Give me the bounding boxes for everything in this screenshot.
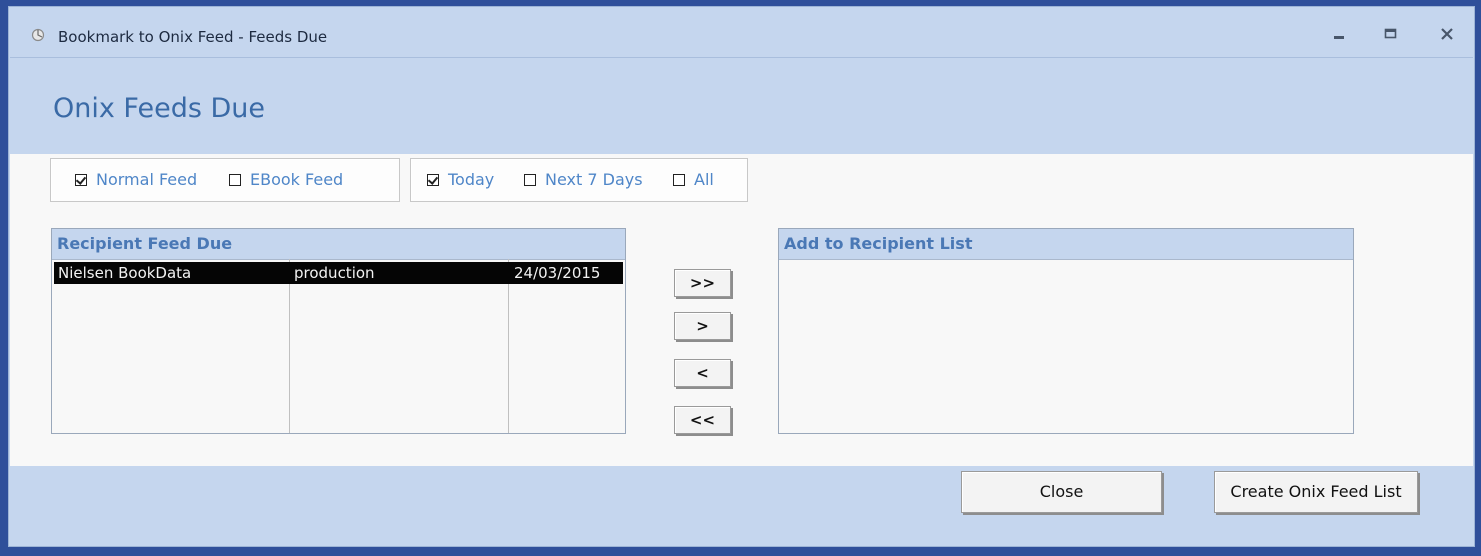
remove-all-button[interactable]: <<	[674, 406, 731, 434]
minimize-icon[interactable]	[1329, 25, 1349, 43]
all-checkbox[interactable]: All	[673, 170, 714, 189]
create-onix-feed-list-button[interactable]: Create Onix Feed List	[1214, 471, 1418, 513]
column-divider	[289, 259, 290, 433]
normal-feed-checkbox[interactable]: Normal Feed	[75, 170, 197, 189]
today-label: Today	[448, 170, 495, 189]
ebook-feed-label: EBook Feed	[250, 170, 344, 189]
all-label: All	[694, 170, 714, 189]
title-bar[interactable]: Bookmark to Onix Feed - Feeds Due	[9, 7, 1474, 57]
period-group: Today Next 7 Days All	[410, 158, 748, 202]
checkbox-unchecked-icon[interactable]	[673, 173, 685, 186]
maximize-icon[interactable]	[1381, 25, 1401, 43]
add-to-recipient-list[interactable]: Add to Recipient List	[778, 228, 1354, 434]
close-button[interactable]: Close	[961, 471, 1162, 513]
page-title: Onix Feeds Due	[53, 93, 266, 124]
checkbox-unchecked-icon[interactable]	[524, 173, 536, 186]
normal-feed-label: Normal Feed	[96, 170, 198, 189]
recipient-feed-due-header: Recipient Feed Due	[52, 229, 625, 260]
app-icon	[31, 27, 45, 42]
add-all-button[interactable]: >>	[674, 269, 731, 297]
list-row-selected[interactable]: Nielsen BookData production 24/03/2015	[54, 262, 623, 284]
body-area: Normal Feed EBook Feed Today Next 7 Days	[10, 154, 1473, 466]
add-to-recipient-list-header: Add to Recipient List	[779, 229, 1353, 260]
recipient-name-cell: Nielsen BookData	[58, 264, 192, 282]
recipient-feed-due-list[interactable]: Recipient Feed Due Nielsen BookData prod…	[51, 228, 626, 434]
column-divider	[508, 259, 509, 433]
dialog-content: Onix Feeds Due Normal Feed EBook Feed To…	[10, 57, 1473, 542]
next-7-days-label: Next 7 Days	[545, 170, 643, 189]
checkbox-checked-icon[interactable]	[75, 173, 87, 186]
checkbox-unchecked-icon[interactable]	[229, 173, 241, 186]
next-7-days-checkbox[interactable]: Next 7 Days	[524, 170, 643, 189]
remove-button[interactable]: <	[674, 359, 731, 387]
add-button[interactable]: >	[674, 312, 731, 340]
close-icon[interactable]	[1437, 25, 1457, 43]
ebook-feed-checkbox[interactable]: EBook Feed	[229, 170, 343, 189]
due-date-cell: 24/03/2015	[514, 264, 601, 282]
feed-type-group: Normal Feed EBook Feed	[50, 158, 400, 202]
today-checkbox[interactable]: Today	[427, 170, 494, 189]
environment-cell: production	[294, 264, 375, 282]
window-title: Bookmark to Onix Feed - Feeds Due	[58, 28, 328, 46]
dialog-window: Bookmark to Onix Feed - Feeds Due Onix F…	[8, 6, 1475, 547]
checkbox-checked-icon[interactable]	[427, 173, 439, 186]
